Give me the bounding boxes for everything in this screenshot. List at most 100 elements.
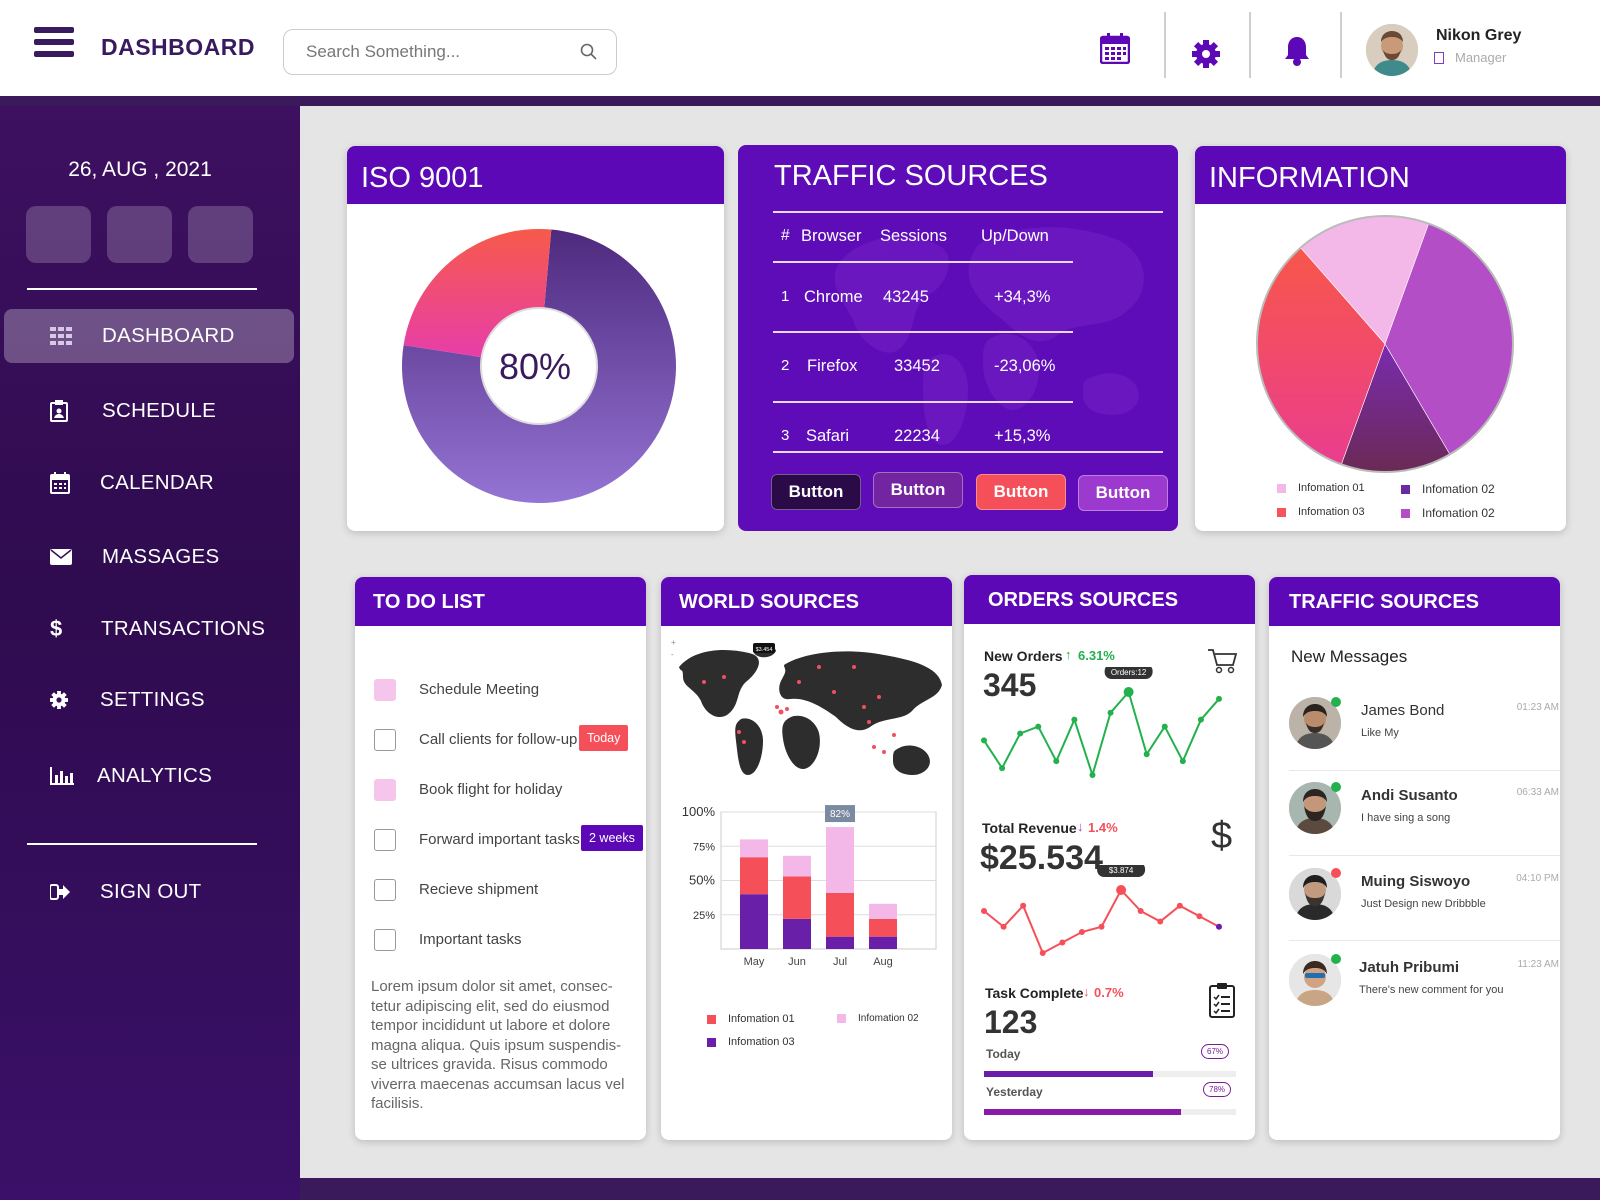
data-point xyxy=(1161,723,1168,730)
todo-item[interactable] xyxy=(374,779,396,801)
message-item[interactable]: James Bond Like My 01:23 AM xyxy=(1289,697,1559,767)
svg-text:-: - xyxy=(671,650,674,659)
checkbox[interactable] xyxy=(374,679,396,701)
checkbox[interactable] xyxy=(374,879,396,901)
bell-icon[interactable] xyxy=(1284,35,1310,67)
todo-item[interactable] xyxy=(374,879,396,901)
down-arrow-icon: ↓ xyxy=(1077,819,1084,834)
sidebar-item-schedule[interactable]: SCHEDULE xyxy=(4,384,294,438)
bar-segment xyxy=(826,827,854,893)
hamburger-menu-icon[interactable] xyxy=(34,27,74,61)
legend-item: Infomation 01 xyxy=(707,1013,795,1025)
todo-item[interactable] xyxy=(374,679,396,701)
point-tooltip-label: Orders:12 xyxy=(1111,668,1147,677)
sidebar-item-analytics[interactable]: ANALYTICS xyxy=(4,749,294,803)
data-point xyxy=(1143,751,1150,758)
calendar-icon[interactable] xyxy=(1100,32,1130,64)
today-progress-fill xyxy=(984,1071,1153,1077)
online-status-dot xyxy=(1331,782,1341,792)
sidebar-item-messages[interactable]: MASSAGES xyxy=(4,530,294,584)
button-2[interactable]: Button xyxy=(873,472,963,508)
point-tooltip-label: $3.874 xyxy=(1109,866,1134,875)
quick-button-2[interactable] xyxy=(107,206,172,263)
online-status-dot xyxy=(1331,954,1341,964)
quick-button-1[interactable] xyxy=(26,206,91,263)
sidebar-item-transactions[interactable]: $ TRANSACTIONS xyxy=(4,602,294,656)
sidebar-date: 26, AUG , 2021 xyxy=(68,158,212,181)
button-4[interactable]: Button xyxy=(1078,475,1168,511)
message-item[interactable]: Andi Susanto I have sing a song 06:33 AM xyxy=(1289,782,1559,852)
message-text: I have sing a song xyxy=(1361,812,1451,824)
button-1[interactable]: Button xyxy=(771,474,861,510)
search-icon[interactable] xyxy=(580,43,598,61)
message-text: Like My xyxy=(1361,727,1399,739)
divider xyxy=(1289,855,1560,856)
divider xyxy=(773,211,1163,213)
sidebar-item-label: TRANSACTIONS xyxy=(101,617,266,640)
message-sender: Jatuh Pribumi xyxy=(1359,959,1460,976)
data-point xyxy=(1078,929,1085,935)
checkbox[interactable] xyxy=(374,779,396,801)
yesterday-pct-badge: 78% xyxy=(1203,1082,1232,1097)
data-point xyxy=(1123,687,1134,697)
data-point xyxy=(1216,695,1222,702)
search-input[interactable] xyxy=(283,29,617,75)
sidebar: 26, AUG , 2021 DASHBOARD SCHEDULE CALEND… xyxy=(0,106,300,1200)
orders-line-chart: Orders:12 xyxy=(981,667,1222,779)
data-point xyxy=(1035,723,1042,730)
iso-center-value: 80% xyxy=(498,346,572,387)
series-line xyxy=(983,888,1220,955)
todo-item[interactable] xyxy=(374,929,396,951)
sidebar-item-label: CALENDAR xyxy=(100,471,215,494)
gear-icon[interactable] xyxy=(1192,40,1220,68)
data-point xyxy=(1059,939,1066,946)
checkbox[interactable] xyxy=(374,829,396,851)
todo-item[interactable] xyxy=(374,829,396,851)
sidebar-item-settings[interactable]: SETTINGS xyxy=(4,673,294,727)
clipboard-icon xyxy=(1209,983,1235,1018)
y-tick-label: 50% xyxy=(689,873,715,888)
divider xyxy=(1340,12,1342,78)
divider xyxy=(1164,12,1166,78)
messages-subtitle: New Messages xyxy=(1291,647,1408,666)
sidebar-item-label: SETTINGS xyxy=(100,688,205,711)
divider xyxy=(773,331,1073,333)
yesterday-progress xyxy=(984,1109,1236,1115)
user-role: Manager xyxy=(1455,50,1507,65)
row-change: +34,3% xyxy=(994,288,1051,306)
sidebar-item-dashboard[interactable]: DASHBOARD xyxy=(4,309,294,363)
data-point xyxy=(1098,923,1105,930)
legend-item: Infomation 01 xyxy=(1277,482,1365,494)
y-tick-label: 100% xyxy=(682,804,716,819)
checkbox[interactable] xyxy=(374,929,396,951)
revenue-line-chart: $3.874 xyxy=(981,865,1222,956)
information-title: INFORMATION xyxy=(1195,146,1566,204)
up-arrow-icon: ↑ xyxy=(1065,647,1072,662)
sidebar-item-calendar[interactable]: CALENDAR xyxy=(4,456,294,510)
divider xyxy=(1289,770,1560,771)
divider xyxy=(27,288,257,290)
message-time: 11:23 AM xyxy=(1517,959,1559,970)
sign-out-button[interactable]: SIGN OUT xyxy=(4,865,294,919)
x-tick-label: Jul xyxy=(833,956,847,968)
tag-badge: Today xyxy=(579,725,629,751)
traffic-title: TRAFFIC SOURCES xyxy=(774,160,1048,192)
message-item[interactable]: Muing Siswoyo Just Design new Dribbble 0… xyxy=(1289,868,1559,938)
map-badge: $3.454 xyxy=(756,647,773,653)
data-point xyxy=(1197,716,1204,723)
bar-segment xyxy=(740,839,768,858)
divider xyxy=(773,451,1163,453)
message-text: Just Design new Dribbble xyxy=(1361,898,1486,910)
avatar[interactable] xyxy=(1366,24,1418,76)
quick-button-3[interactable] xyxy=(188,206,253,263)
legend-item: Infomation 02 xyxy=(1401,482,1495,496)
new-orders-label: New Orders xyxy=(984,648,1063,664)
checkbox[interactable] xyxy=(374,729,396,751)
todo-item[interactable] xyxy=(374,729,396,751)
button-3[interactable]: Button xyxy=(976,474,1066,510)
message-item[interactable]: Jatuh Pribumi There's new comment for yo… xyxy=(1289,954,1559,1024)
x-tick-label: May xyxy=(744,956,765,968)
schedule-icon xyxy=(50,400,68,422)
data-point xyxy=(999,765,1006,772)
row-browser: Chrome xyxy=(804,288,863,306)
